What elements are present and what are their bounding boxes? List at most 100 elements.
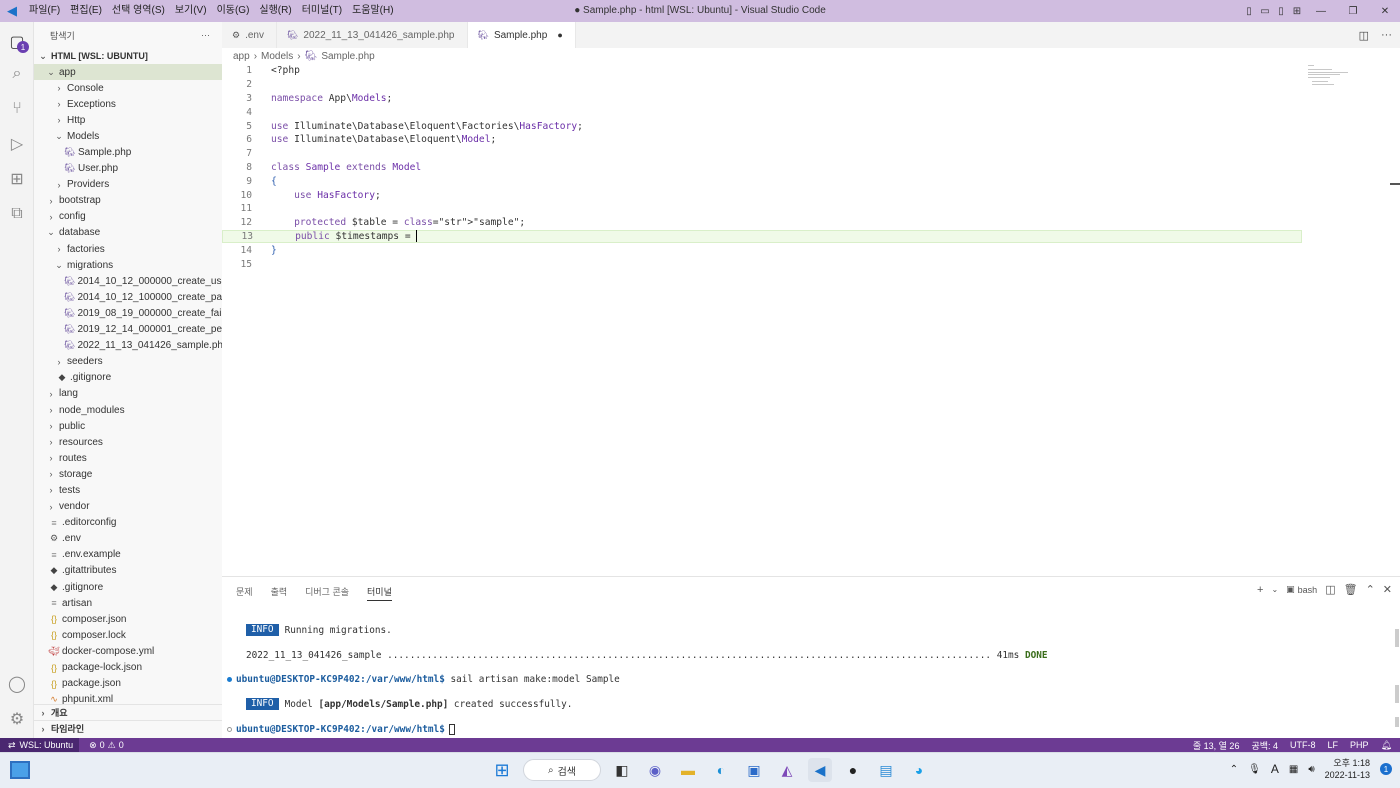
tree-item[interactable]: › node_modules bbox=[34, 402, 222, 418]
clock[interactable]: 오후 1:18 2022-11-13 bbox=[1325, 757, 1370, 781]
workspace-root[interactable]: ⌄ HTML [WSL: UBUNTU] bbox=[34, 48, 222, 64]
timeline-section[interactable]: › 타임라인 bbox=[34, 720, 222, 736]
close-panel-icon[interactable]: ✕ bbox=[1383, 583, 1392, 596]
tab-env[interactable]: ⚙ .env bbox=[222, 22, 277, 48]
tree-item[interactable]: 🐘︎2014_10_12_000000_create_users_... bbox=[34, 273, 222, 289]
menu-help[interactable]: 도움말(H) bbox=[347, 0, 398, 22]
breadcrumb-item[interactable]: Sample.php bbox=[321, 51, 374, 62]
explorer-more-icon[interactable]: ··· bbox=[201, 30, 210, 40]
remote-explorer-icon[interactable]: ⧉ bbox=[5, 202, 29, 226]
language-mode[interactable]: PHP bbox=[1350, 740, 1369, 750]
code-editor[interactable]: 1 <?php 2 3 namespace App\Models; 4 5 use Illum… bbox=[222, 64, 1390, 576]
docker-icon[interactable]: ◕ bbox=[907, 758, 931, 782]
code-line[interactable]: 8 class Sample extends Model bbox=[222, 161, 1302, 175]
microphone-icon[interactable]: 🎙︎ bbox=[1248, 764, 1261, 775]
breadcrumb-item[interactable]: Models bbox=[261, 51, 293, 62]
tab-output[interactable]: 출력 bbox=[271, 585, 288, 601]
widgets-icon[interactable] bbox=[10, 761, 30, 779]
encoding[interactable]: UTF-8 bbox=[1290, 740, 1316, 750]
code-line[interactable]: 5 use Illuminate\Database\Eloquent\Factor… bbox=[222, 119, 1302, 133]
github-desktop-icon[interactable]: ● bbox=[841, 758, 865, 782]
maximize-panel-icon[interactable]: ⌃ bbox=[1366, 583, 1375, 596]
tree-item[interactable]: ≡ .editorconfig bbox=[34, 515, 222, 531]
tree-item[interactable]: › factories bbox=[34, 241, 222, 257]
tray-chevron-up-icon[interactable]: ⌃ bbox=[1230, 764, 1238, 775]
menu-view[interactable]: 보기(V) bbox=[170, 0, 212, 22]
tab-problems[interactable]: 문제 bbox=[236, 585, 253, 601]
tree-item[interactable]: ⌄ app bbox=[34, 64, 222, 81]
tree-item[interactable]: › Http bbox=[34, 112, 222, 128]
code-line[interactable]: 6 use Illuminate\Database\Eloquent\Model; bbox=[222, 133, 1302, 147]
code-line[interactable]: 15 bbox=[222, 257, 1302, 271]
notification-badge[interactable]: 1 bbox=[1380, 763, 1392, 775]
current-code-line[interactable]: 13 public $timestamps = bbox=[222, 229, 1302, 244]
start-windows-icon[interactable]: ⊞ bbox=[490, 758, 514, 782]
toggle-primary-sidebar-icon[interactable]: ▯ bbox=[1242, 0, 1256, 22]
notepad-icon[interactable]: ▤ bbox=[874, 758, 898, 782]
tree-item[interactable]: ◆ .gitignore bbox=[34, 370, 222, 386]
tree-item[interactable]: 🐘︎ User.php bbox=[34, 161, 222, 177]
terminal-shell-selector[interactable]: ▣ bash bbox=[1286, 584, 1317, 595]
close-window-button[interactable]: ✕ bbox=[1370, 0, 1400, 22]
menu-run[interactable]: 실행(R) bbox=[254, 0, 296, 22]
remote-indicator[interactable]: ⇄ WSL: Ubuntu bbox=[0, 738, 80, 752]
tree-item[interactable]: › Providers bbox=[34, 177, 222, 193]
tree-item[interactable]: ⌄ Models bbox=[34, 128, 222, 144]
code-line[interactable]: 2 bbox=[222, 78, 1302, 92]
account-icon[interactable]: ◯ bbox=[5, 672, 29, 696]
trash-icon[interactable]: 🗑︎ bbox=[1344, 583, 1358, 596]
chevron-down-icon[interactable]: ⌄ bbox=[1271, 585, 1278, 594]
source-control-icon[interactable]: ⑂ bbox=[5, 97, 29, 121]
unsaved-dot-icon[interactable]: ● bbox=[557, 30, 562, 40]
code-line[interactable]: 3 namespace App\Models; bbox=[222, 92, 1302, 106]
notifications-bell-icon[interactable]: 🔔︎ bbox=[1381, 740, 1392, 751]
command-empty-dot-icon[interactable] bbox=[227, 726, 232, 732]
code-line[interactable]: 12 protected $table = class="str">"sampl… bbox=[222, 216, 1302, 230]
vscode-taskbar-icon[interactable]: ◀ bbox=[808, 758, 832, 782]
command-success-dot-icon[interactable] bbox=[227, 676, 232, 682]
volume-icon[interactable]: 🔊︎ bbox=[1308, 764, 1314, 775]
new-terminal-icon[interactable]: + bbox=[1257, 584, 1263, 596]
file-explorer-icon[interactable]: ▬ bbox=[676, 758, 700, 782]
tree-item[interactable]: 🐘︎2014_10_12_100000_create_passw... bbox=[34, 289, 222, 305]
taskbar-search[interactable]: ⌕ 검색 bbox=[523, 759, 601, 781]
menu-file[interactable]: 파일(F) bbox=[24, 0, 65, 22]
minimap[interactable] bbox=[1308, 64, 1390, 94]
restore-button[interactable]: ❐ bbox=[1338, 0, 1368, 22]
code-line[interactable]: 4 bbox=[222, 105, 1302, 119]
edge-browser-icon[interactable]: ◐ bbox=[709, 758, 733, 782]
tab-migration-sample[interactable]: 🐘︎ 2022_11_13_041426_sample.php bbox=[277, 22, 468, 48]
outline-section[interactable]: › 개요 bbox=[34, 704, 222, 720]
tree-item[interactable]: › lang bbox=[34, 386, 222, 402]
tree-item[interactable]: › public bbox=[34, 418, 222, 434]
search-icon[interactable]: ⌕ bbox=[5, 62, 29, 86]
menu-edit[interactable]: 편집(E) bbox=[65, 0, 107, 22]
tree-item[interactable]: › tests bbox=[34, 482, 222, 498]
tree-item[interactable]: › bootstrap bbox=[34, 193, 222, 209]
tree-item[interactable]: › resources bbox=[34, 434, 222, 450]
indentation[interactable]: 공백: 4 bbox=[1251, 739, 1278, 752]
tree-item[interactable]: › vendor bbox=[34, 499, 222, 515]
network-icon[interactable]: ▦ bbox=[1289, 764, 1298, 775]
tree-item[interactable]: › seeders bbox=[34, 354, 222, 370]
end-of-line[interactable]: LF bbox=[1328, 740, 1339, 750]
toggle-secondary-sidebar-icon[interactable]: ▯ bbox=[1274, 0, 1288, 22]
code-line[interactable]: 10 use HasFactory; bbox=[222, 188, 1302, 202]
tree-item[interactable]: ◆ .gitattributes bbox=[34, 563, 222, 579]
code-line[interactable]: 14} bbox=[222, 243, 1302, 257]
tree-item[interactable]: ≡ artisan bbox=[34, 595, 222, 611]
split-editor-icon[interactable]: ◫ bbox=[1359, 29, 1369, 42]
code-line[interactable]: 11 bbox=[222, 202, 1302, 216]
tree-item[interactable]: ⌄ migrations bbox=[34, 257, 222, 273]
tree-item[interactable]: ⚙ .env bbox=[34, 531, 222, 547]
tree-item[interactable]: {} package-lock.json bbox=[34, 659, 222, 675]
code-line[interactable]: 1 <?php bbox=[222, 64, 1302, 78]
code-line[interactable]: 7 bbox=[222, 147, 1302, 161]
ime-indicator[interactable]: A bbox=[1271, 762, 1279, 776]
manage-gear-icon[interactable]: ⚙ bbox=[5, 707, 29, 731]
more-actions-icon[interactable]: ··· bbox=[1381, 29, 1392, 41]
tree-item[interactable]: 🐳︎ docker-compose.yml bbox=[34, 643, 222, 659]
explorer-icon[interactable]: ▢ 1 bbox=[5, 30, 29, 54]
tree-item[interactable]: {} composer.lock bbox=[34, 627, 222, 643]
tree-item[interactable]: {} package.json bbox=[34, 676, 222, 692]
